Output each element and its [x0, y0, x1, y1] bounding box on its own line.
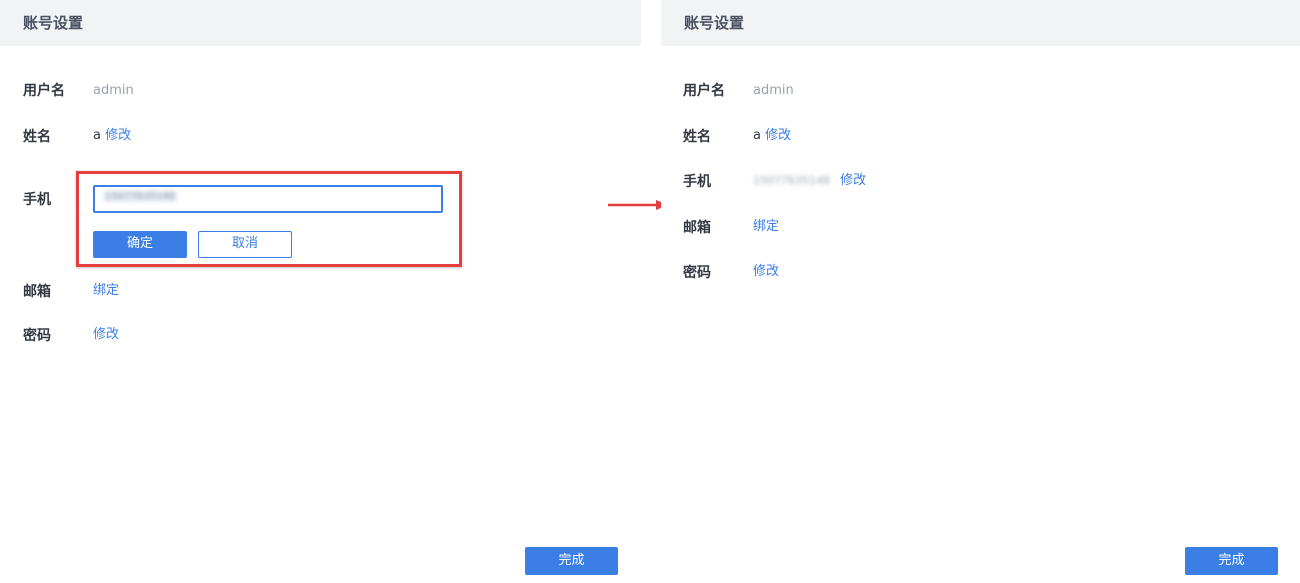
bind-email-link[interactable]: 绑定	[93, 282, 119, 300]
password-label: 密码	[23, 328, 51, 344]
username-label: 用户名	[23, 83, 65, 99]
phone-input-value: 15077635148	[103, 191, 177, 202]
name-value: a	[93, 128, 101, 143]
phone-row: 15077635148 修改	[753, 172, 866, 190]
name-row: a 修改	[93, 127, 131, 145]
email-label: 邮箱	[23, 284, 51, 300]
cancel-button[interactable]: 取消	[198, 231, 292, 258]
edit-password-link[interactable]: 修改	[753, 263, 779, 281]
name-label: 姓名	[683, 129, 711, 145]
name-row: a 修改	[753, 127, 791, 145]
account-settings-panel-before: 账号设置 用户名 admin 姓名 a 修改 手机 15077635148 确定…	[0, 0, 641, 583]
done-button[interactable]: 完成	[1185, 547, 1278, 575]
panel-title: 账号设置	[684, 14, 745, 32]
panel-title: 账号设置	[23, 14, 84, 32]
username-label: 用户名	[683, 83, 725, 99]
confirm-button[interactable]: 确定	[93, 231, 187, 258]
name-label: 姓名	[23, 129, 51, 145]
done-button[interactable]: 完成	[525, 547, 618, 575]
email-label: 邮箱	[683, 220, 711, 236]
username-value: admin	[93, 83, 134, 98]
edit-phone-link[interactable]: 修改	[840, 173, 866, 188]
panel-header: 账号设置	[661, 0, 1300, 46]
edit-password-link[interactable]: 修改	[93, 326, 119, 344]
panel-header: 账号设置	[0, 0, 641, 46]
edit-name-link[interactable]: 修改	[105, 128, 131, 143]
bind-email-link[interactable]: 绑定	[753, 218, 779, 236]
account-settings-panel-after: 账号设置 用户名 admin 姓名 a 修改 手机 15077635148 修改…	[661, 0, 1300, 583]
phone-label: 手机	[683, 174, 711, 190]
password-label: 密码	[683, 265, 711, 281]
phone-value: 15077635148	[753, 174, 830, 187]
edit-name-link[interactable]: 修改	[765, 128, 791, 143]
name-value: a	[753, 128, 761, 143]
username-value: admin	[753, 83, 794, 98]
phone-label: 手机	[23, 192, 51, 208]
